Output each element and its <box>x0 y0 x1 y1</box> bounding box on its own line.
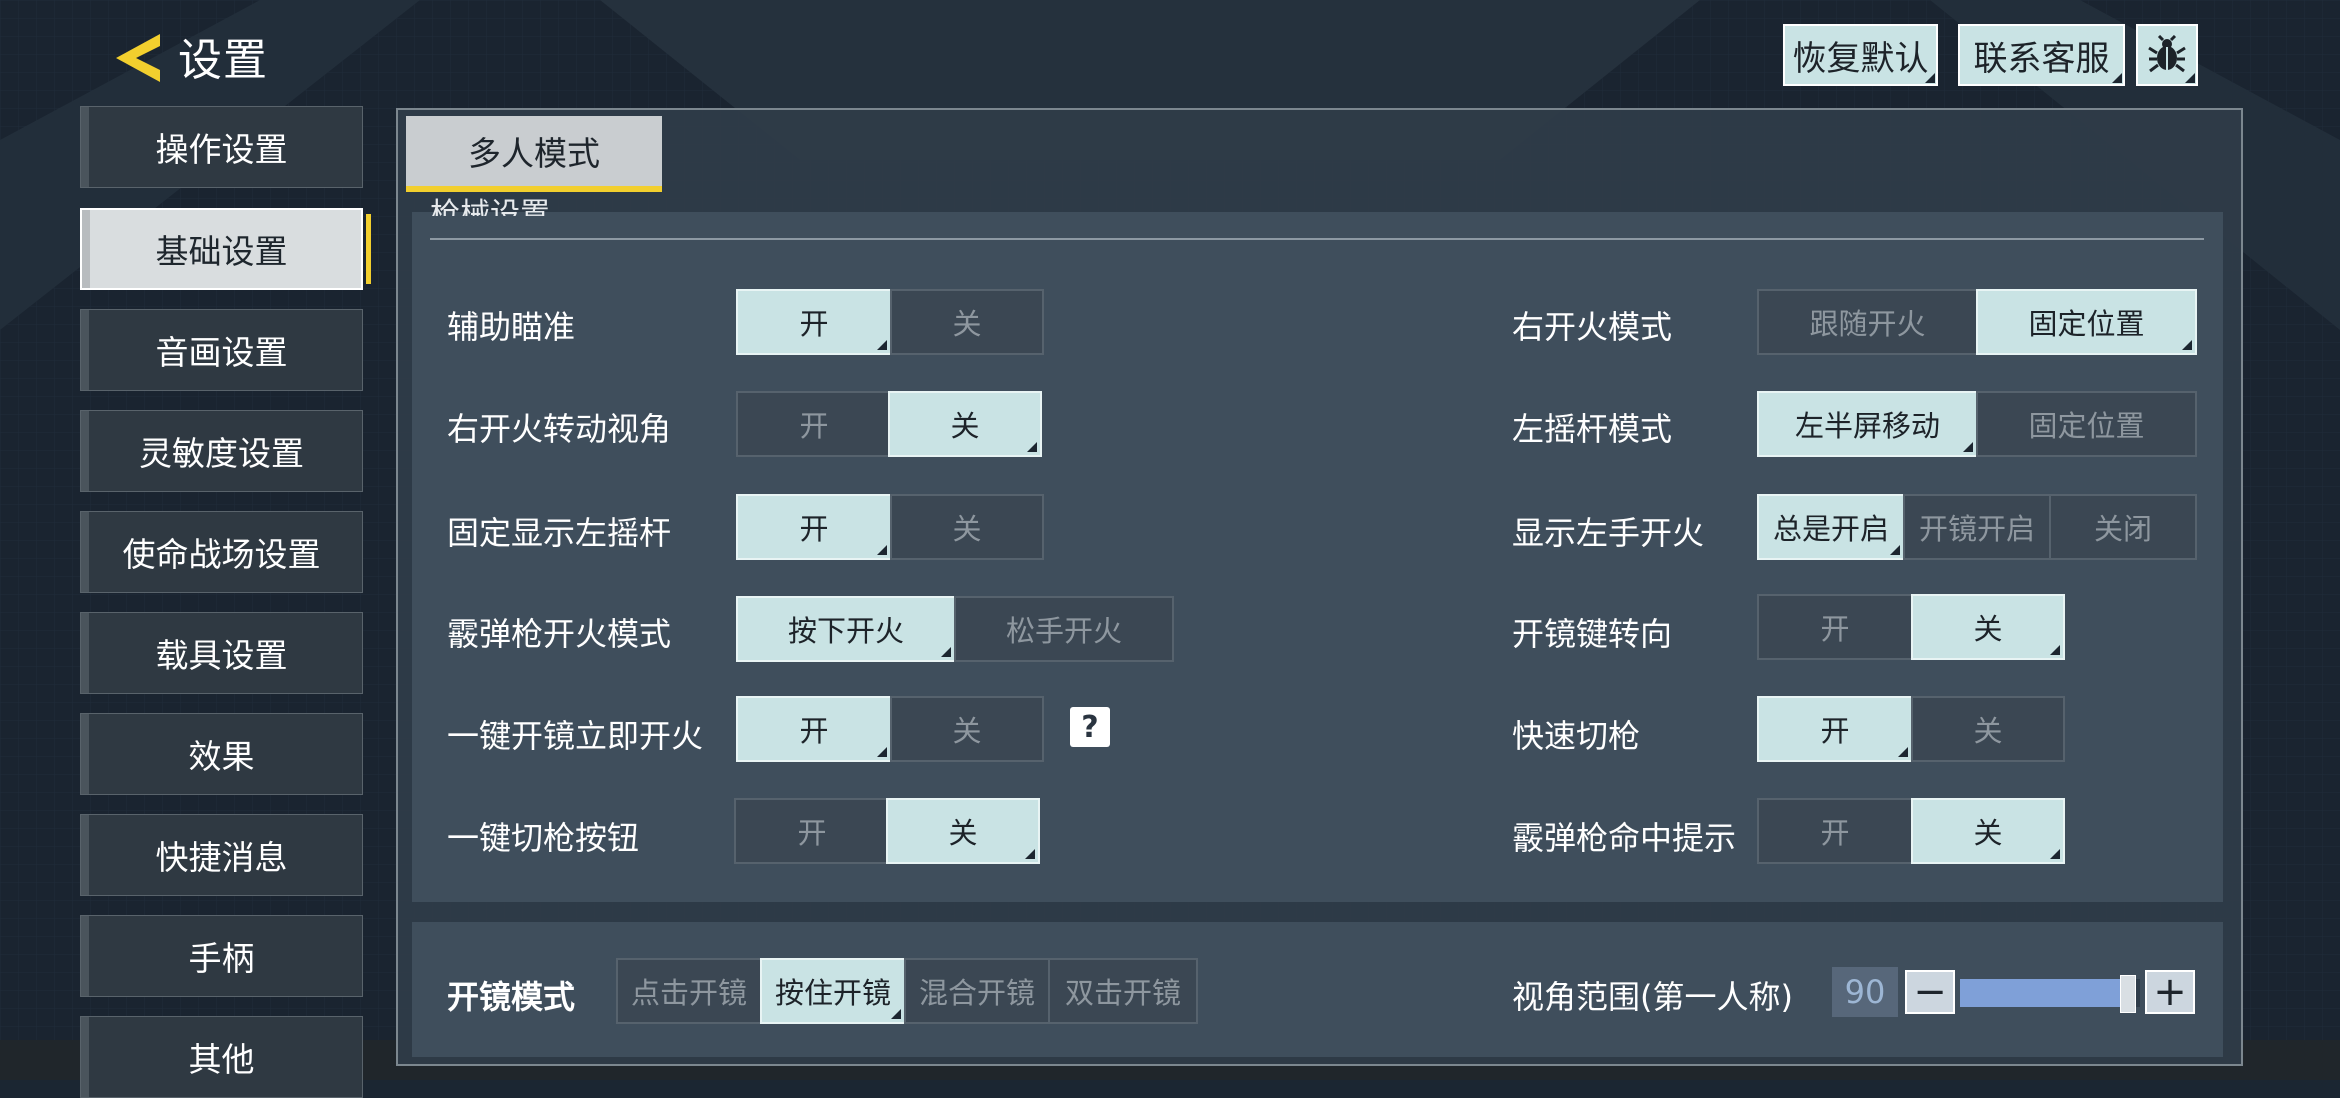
aim-assist-on[interactable]: 开 <box>736 289 892 355</box>
scope-instant-fire-on[interactable]: 开 <box>736 696 892 762</box>
scope-key-turn-off[interactable]: 关 <box>1911 594 2065 660</box>
show-left-fire-always[interactable]: 总是开启 <box>1757 494 1905 560</box>
bug-icon <box>2148 35 2186 73</box>
sidebar-item-label: 其他 <box>188 1040 255 1079</box>
right-fire-follow[interactable]: 跟随开火 <box>1757 289 1978 355</box>
weapon-switch-button-on[interactable]: 开 <box>734 798 890 864</box>
scope-mode-mixed[interactable]: 混合开镜 <box>904 958 1050 1024</box>
sidebar-item-vehicle[interactable]: 载具设置 <box>80 612 363 694</box>
sidebar-item-controller[interactable]: 手柄 <box>80 915 363 997</box>
sidebar-item-label: 基础设置 <box>155 232 288 271</box>
sidebar-item-effects[interactable]: 效果 <box>80 713 363 795</box>
shotgun-hit-hint-off[interactable]: 关 <box>1911 798 2065 864</box>
shotgun-fire-mode-label: 霰弹枪开火模式 <box>447 615 672 653</box>
right-fire-fixed[interactable]: 固定位置 <box>1976 289 2197 355</box>
weapon-switch-button-label: 一键切枪按钮 <box>447 819 640 857</box>
fire-rotate-view-label: 右开火转动视角 <box>447 410 672 448</box>
fixed-left-joystick-on[interactable]: 开 <box>736 494 892 560</box>
shotgun-hit-hint-label: 霰弹枪命中提示 <box>1512 819 1737 857</box>
fov-decrease-button[interactable]: − <box>1905 970 1955 1014</box>
sidebar-item-label: 操作设置 <box>155 130 288 169</box>
scope-mode-double-tap[interactable]: 双击开镜 <box>1048 958 1198 1024</box>
sidebar-item-other[interactable]: 其他 <box>80 1016 363 1098</box>
quick-switch-on[interactable]: 开 <box>1757 696 1913 762</box>
tab-multiplayer[interactable]: 多人模式 <box>406 116 662 192</box>
fov-slider-thumb[interactable] <box>2120 975 2137 1013</box>
sidebar-item-label: 效果 <box>188 737 255 776</box>
fixed-left-joystick-off[interactable]: 关 <box>890 494 1044 560</box>
show-left-fire-off[interactable]: 关闭 <box>2049 494 2197 560</box>
fov-increase-button[interactable]: + <box>2145 970 2195 1014</box>
sidebar-item-label: 快捷消息 <box>155 838 288 877</box>
aim-assist-off[interactable]: 关 <box>890 289 1044 355</box>
right-fire-mode-label: 右开火模式 <box>1512 308 1673 346</box>
left-joystick-half-screen[interactable]: 左半屏移动 <box>1757 391 1978 457</box>
fov-label: 视角范围(第一人称) <box>1512 978 1793 1016</box>
fixed-left-joystick-label: 固定显示左摇杆 <box>447 514 672 552</box>
sidebar-item-controls[interactable]: 操作设置 <box>80 106 363 188</box>
sidebar-item-label: 灵敏度设置 <box>139 434 304 473</box>
shotgun-hit-hint-on[interactable]: 开 <box>1757 798 1913 864</box>
sidebar-item-label: 载具设置 <box>155 636 288 675</box>
sidebar-item-basic[interactable]: 基础设置 <box>80 208 371 290</box>
quick-switch-off[interactable]: 关 <box>1911 696 2065 762</box>
fov-value: 90 <box>1832 967 1898 1017</box>
left-joystick-fixed[interactable]: 固定位置 <box>1976 391 2197 457</box>
quick-switch-label: 快速切枪 <box>1512 717 1641 755</box>
sidebar-item-quick-message[interactable]: 快捷消息 <box>80 814 363 896</box>
fire-rotate-view-off[interactable]: 关 <box>888 391 1042 457</box>
fov-slider[interactable] <box>1960 975 2140 1013</box>
back-arrow-icon[interactable] <box>108 30 168 86</box>
help-icon[interactable]: ? <box>1070 707 1110 747</box>
scope-key-turn-label: 开镜键转向 <box>1512 615 1673 653</box>
sidebar-item-label: 音画设置 <box>155 333 288 372</box>
sidebar-item-label: 使命战场设置 <box>122 535 321 574</box>
scope-mode-label: 开镜模式 <box>447 978 576 1016</box>
scope-key-turn-on[interactable]: 开 <box>1757 594 1913 660</box>
scope-instant-fire-label: 一键开镜立即开火 <box>447 717 704 755</box>
bug-report-button[interactable] <box>2136 24 2198 86</box>
shotgun-fire-press[interactable]: 按下开火 <box>736 596 956 662</box>
sidebar-item-sensitivity[interactable]: 灵敏度设置 <box>80 410 363 492</box>
scope-mode-hold[interactable]: 按住开镜 <box>760 958 906 1024</box>
show-left-fire-scoped[interactable]: 开镜开启 <box>1903 494 2051 560</box>
left-joystick-mode-label: 左摇杆模式 <box>1512 410 1673 448</box>
shotgun-fire-release[interactable]: 松手开火 <box>954 596 1174 662</box>
page-title: 设置 <box>178 35 268 86</box>
section-heading: 枪械设置 <box>430 197 550 216</box>
sidebar-item-label: 手柄 <box>188 939 255 978</box>
section-divider <box>430 238 2204 240</box>
sidebar-item-battlefield[interactable]: 使命战场设置 <box>80 511 363 593</box>
contact-support-button[interactable]: 联系客服 <box>1958 24 2125 86</box>
sidebar-item-audio-video[interactable]: 音画设置 <box>80 309 363 391</box>
show-left-fire-label: 显示左手开火 <box>1512 514 1705 552</box>
scope-instant-fire-off[interactable]: 关 <box>890 696 1044 762</box>
fire-rotate-view-on[interactable]: 开 <box>736 391 892 457</box>
scope-mode-tap[interactable]: 点击开镜 <box>616 958 762 1024</box>
fov-slider-fill <box>1960 979 2128 1007</box>
aim-assist-label: 辅助瞄准 <box>447 308 576 346</box>
restore-default-button[interactable]: 恢复默认 <box>1783 24 1938 86</box>
weapon-switch-button-off[interactable]: 关 <box>886 798 1040 864</box>
